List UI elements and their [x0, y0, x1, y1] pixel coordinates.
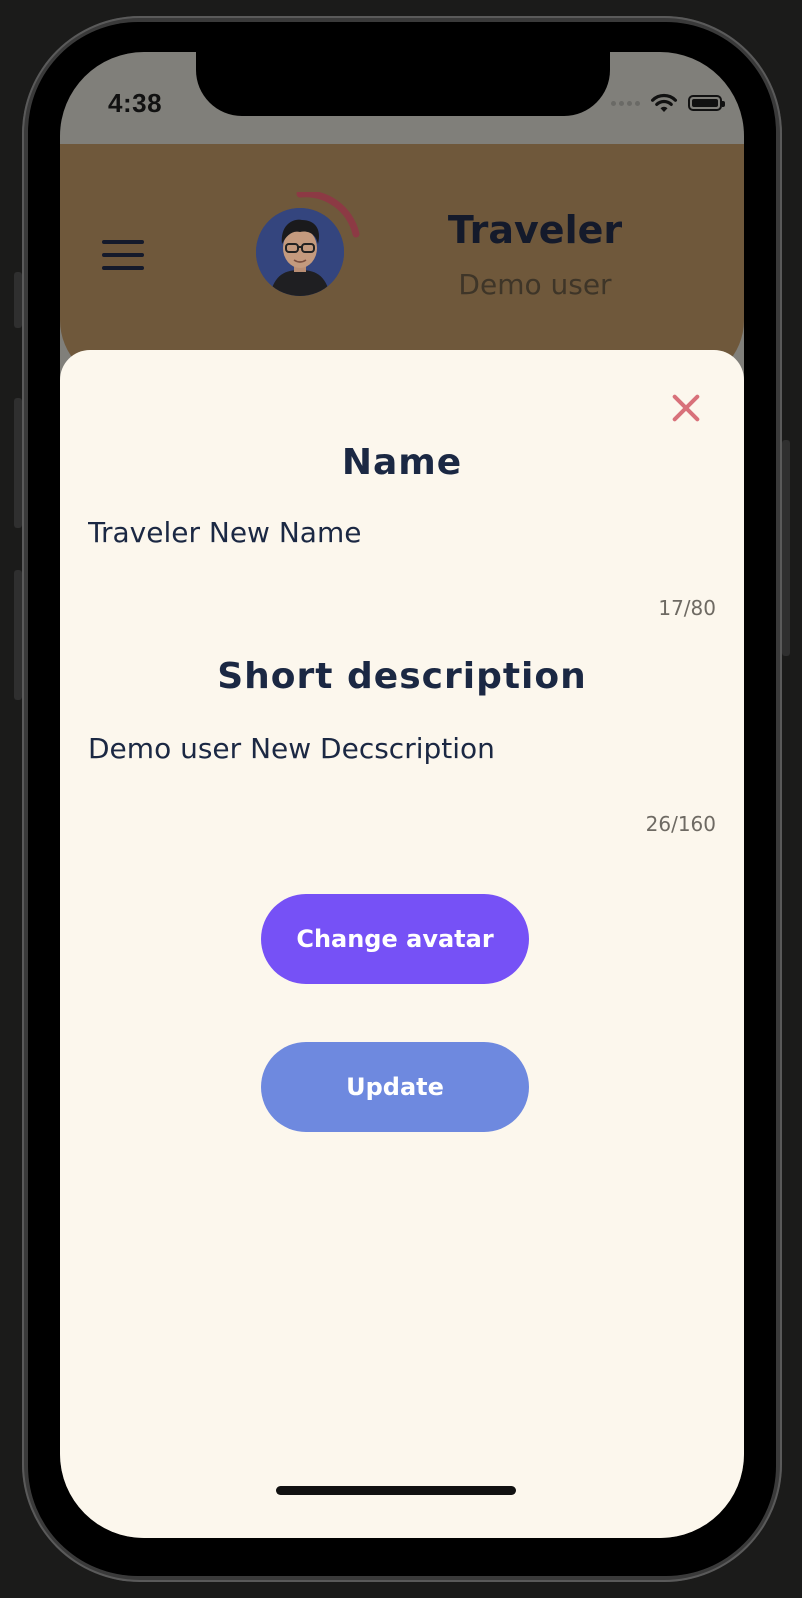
edit-profile-sheet: Name 17/80 Short description 26/160 Chan… [60, 350, 744, 1538]
header-subtitle: Demo user [458, 268, 612, 301]
home-indicator[interactable] [276, 1486, 516, 1495]
device-notch [196, 52, 610, 116]
cellular-signal-icon [611, 100, 640, 106]
name-char-counter: 17/80 [658, 596, 716, 620]
app-screen: 4:38 Traveler Demo user Name Traveler Ne… [60, 52, 744, 1538]
description-char-counter: 26/160 [645, 812, 716, 836]
header-title: Traveler [447, 208, 623, 252]
name-input[interactable] [88, 512, 708, 552]
device-volume-down [14, 570, 22, 700]
change-avatar-button[interactable]: Change avatar [261, 894, 529, 984]
status-icons [611, 90, 725, 116]
name-section-title: Name [341, 442, 463, 483]
update-button[interactable]: Update [261, 1042, 529, 1132]
description-section-title: Short description [217, 656, 587, 697]
close-icon[interactable] [666, 388, 706, 428]
device-power-button [782, 440, 790, 656]
device-mute-switch [14, 272, 22, 328]
status-time: 4:38 [108, 88, 163, 118]
battery-icon [688, 95, 725, 111]
menu-icon[interactable] [102, 240, 144, 270]
device-volume-up [14, 398, 22, 528]
profile-header: Traveler Demo user [60, 144, 744, 384]
avatar-with-progress[interactable] [256, 192, 366, 302]
avatar [256, 208, 344, 296]
wifi-icon [651, 93, 677, 112]
description-input[interactable] [88, 728, 708, 768]
